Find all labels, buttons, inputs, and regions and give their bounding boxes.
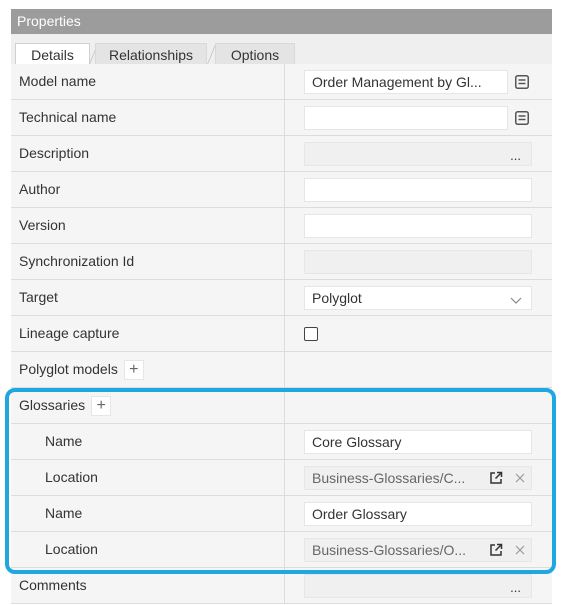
version-label: Version (11, 208, 285, 243)
tab-options[interactable]: Options (215, 43, 295, 65)
row-technical-name: Technical name (11, 100, 552, 136)
comments-edit-button[interactable]: ... (510, 577, 521, 597)
close-icon[interactable] (511, 541, 529, 559)
glossaries-cell: Glossaries + (11, 388, 285, 423)
description-label: Description (11, 136, 285, 171)
open-external-icon[interactable] (487, 541, 505, 559)
glossary-location-value: Business-Glossaries/O... (312, 542, 467, 558)
sync-id-field (304, 250, 532, 274)
lineage-capture-checkbox[interactable] (304, 327, 318, 341)
add-polyglot-model-button[interactable]: + (123, 360, 144, 381)
row-author: Author (11, 172, 552, 208)
comments-field[interactable]: ... (304, 574, 532, 598)
row-description: Description ... (11, 136, 552, 172)
glossaries-label: Glossaries (19, 397, 86, 413)
glossary-name-field[interactable]: Core Glossary (304, 430, 532, 454)
author-field[interactable] (304, 178, 532, 202)
glossary-location-value: Business-Glossaries/C... (312, 470, 466, 486)
lineage-capture-label: Lineage capture (11, 316, 285, 351)
row-glossary-location: Location Business-Glossaries/C... (11, 460, 552, 496)
glossary-location-label: Location (11, 532, 285, 567)
row-glossaries: Glossaries + (11, 388, 552, 424)
list-editor-icon[interactable] (513, 109, 531, 127)
row-glossary-location: Location Business-Glossaries/O... (11, 532, 552, 568)
glossary-location-label: Location (11, 460, 285, 495)
model-name-field[interactable]: Order Management by Gl... (304, 70, 508, 94)
close-icon[interactable] (511, 469, 529, 487)
tab-relationships[interactable]: Relationships (95, 43, 207, 65)
glossary-name-field[interactable]: Order Glossary (304, 502, 532, 526)
row-model-name: Model name Order Management by Gl... (11, 64, 552, 100)
polyglot-models-label: Polyglot models (19, 361, 118, 377)
row-glossary-name: Name Core Glossary (11, 424, 552, 460)
description-edit-button[interactable]: ... (510, 145, 521, 165)
glossary-name-label: Name (11, 496, 285, 531)
tab-details[interactable]: Details (15, 43, 90, 65)
panel-title: Properties (11, 9, 552, 34)
target-value: Polyglot (312, 290, 362, 306)
polyglot-models-cell: Polyglot models + (11, 352, 285, 387)
row-glossary-name: Name Order Glossary (11, 496, 552, 532)
row-polyglot-models: Polyglot models + (11, 352, 552, 388)
target-select[interactable]: Polyglot (304, 286, 532, 310)
comments-label: Comments (11, 568, 285, 603)
row-target: Target Polyglot (11, 280, 552, 316)
chevron-down-icon (510, 290, 522, 304)
row-lineage-capture: Lineage capture (11, 316, 552, 352)
technical-name-label: Technical name (11, 100, 285, 135)
list-editor-icon[interactable] (513, 73, 531, 91)
model-name-label: Model name (11, 64, 285, 99)
open-external-icon[interactable] (487, 469, 505, 487)
row-version: Version (11, 208, 552, 244)
technical-name-field[interactable] (304, 106, 508, 130)
target-label: Target (11, 280, 285, 315)
sync-id-label: Synchronization Id (11, 244, 285, 279)
add-glossary-button[interactable]: + (91, 396, 112, 417)
row-comments: Comments ... (11, 568, 552, 604)
row-sync-id: Synchronization Id (11, 244, 552, 280)
author-label: Author (11, 172, 285, 207)
glossary-name-label: Name (11, 424, 285, 459)
description-field[interactable]: ... (304, 142, 532, 166)
version-field[interactable] (304, 214, 532, 238)
tab-bar: Details Relationships Options (11, 34, 552, 65)
